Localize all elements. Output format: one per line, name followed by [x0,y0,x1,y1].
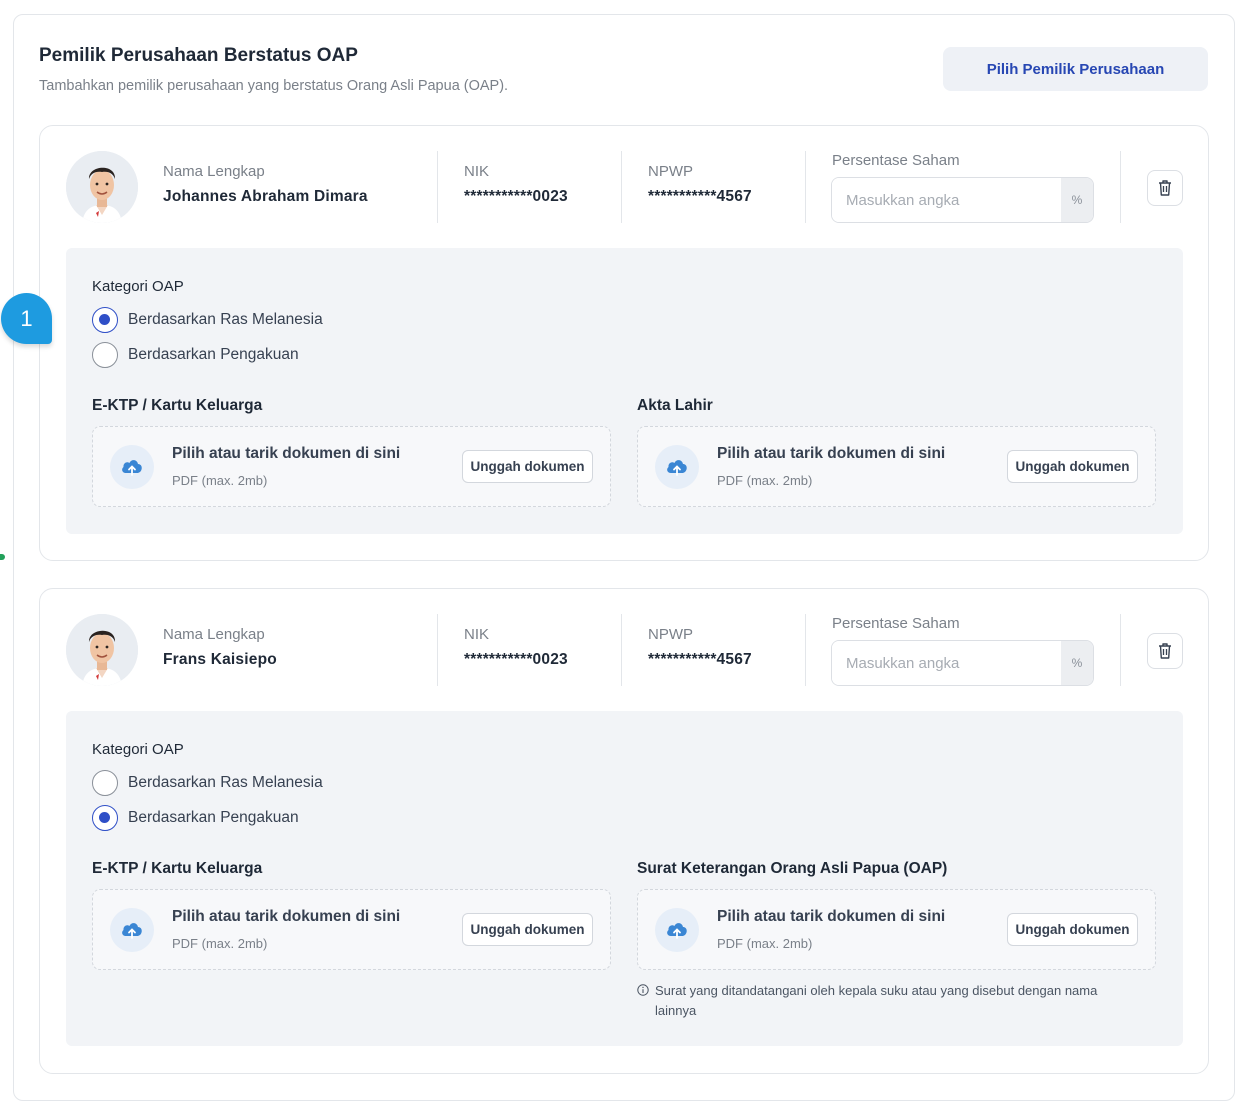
npwp-label: NPWP [648,163,693,180]
upload-button[interactable]: Unggah dokumen [1007,913,1138,946]
upload-title: Akta Lahir [637,397,713,414]
saham-input[interactable] [832,178,1061,222]
trash-icon [1159,180,1171,196]
upload-button[interactable]: Unggah dokumen [1007,450,1138,483]
field-name: Nama Lengkap Frans Kaisiepo [163,626,277,669]
upload-button[interactable]: Unggah dokumen [462,450,593,483]
upload-title: E-KTP / Kartu Keluarga [92,397,263,414]
cloud-upload-icon [110,908,154,952]
dropzone[interactable]: Pilih atau tarik dokumen di sini PDF (ma… [92,889,611,970]
radio-button[interactable] [92,342,118,368]
dropzone-text: Pilih atau tarik dokumen di sini [172,445,401,462]
owner-card: Nama Lengkap Frans Kaisiepo NIK ********… [39,588,1209,1074]
avatar [66,614,138,686]
divider [437,614,438,686]
delete-owner-button[interactable] [1147,170,1183,206]
dropzone-hint: PDF (max. 2mb) [717,936,813,951]
radio-button[interactable] [92,770,118,796]
dropzone-hint: PDF (max. 2mb) [717,473,813,488]
dropzone-text: Pilih atau tarik dokumen di sini [717,908,946,925]
pick-owner-button[interactable]: Pilih Pemilik Perusahaan [943,47,1208,91]
dropzone[interactable]: Pilih atau tarik dokumen di sini PDF (ma… [92,426,611,507]
kategori-panel: Kategori OAP Berdasarkan Ras Melanesia B… [66,711,1183,1046]
divider [437,151,438,223]
owner-card: Nama Lengkap Johannes Abraham Dimara NIK… [39,125,1209,561]
radio-ras-melanesia[interactable]: Berdasarkan Ras Melanesia [92,770,323,796]
radio-ras-melanesia[interactable]: Berdasarkan Ras Melanesia [92,307,323,333]
radio-label: Berdasarkan Pengakuan [128,346,299,363]
dropzone[interactable]: Pilih atau tarik dokumen di sini PDF (ma… [637,889,1156,970]
kategori-panel: Kategori OAP Berdasarkan Ras Melanesia B… [66,248,1183,534]
divider [621,614,622,686]
radio-label: Berdasarkan Ras Melanesia [128,774,323,791]
npwp-value: ***********4567 [648,188,752,205]
saham-label: Persentase Saham [832,152,960,169]
radio-button[interactable] [92,805,118,831]
saham-input[interactable] [832,641,1061,685]
cloud-upload-icon [655,908,699,952]
field-nik: NIK ***********0023 [464,626,568,669]
divider [621,151,622,223]
divider [1120,614,1121,686]
dropzone-hint: PDF (max. 2mb) [172,473,268,488]
nik-label: NIK [464,163,490,180]
divider [1120,151,1121,223]
trash-icon [1159,643,1171,659]
name-label: Nama Lengkap [163,163,265,180]
dropzone-text: Pilih atau tarik dokumen di sini [172,908,401,925]
info-icon [637,984,649,996]
section-title: Pemilik Perusahaan Berstatus OAP [39,45,358,66]
note-text: Surat yang ditandatangani oleh kepala su… [655,983,1098,1018]
kategori-title: Kategori OAP [92,741,184,758]
dropzone-hint: PDF (max. 2mb) [172,936,268,951]
connector-dot [0,554,5,560]
radio-pengakuan[interactable]: Berdasarkan Pengakuan [92,342,299,368]
field-name: Nama Lengkap Johannes Abraham Dimara [163,163,368,206]
field-npwp: NPWP ***********4567 [648,626,752,669]
upload-title: Surat Keterangan Orang Asli Papua (OAP) [637,860,948,877]
oap-letter-note: Surat yang ditandatangani oleh kepala su… [637,981,1137,1021]
radio-label: Berdasarkan Pengakuan [128,809,299,826]
saham-label: Persentase Saham [832,615,960,632]
dropzone[interactable]: Pilih atau tarik dokumen di sini PDF (ma… [637,426,1156,507]
radio-pengakuan[interactable]: Berdasarkan Pengakuan [92,805,299,831]
upload-button[interactable]: Unggah dokumen [462,913,593,946]
percent-suffix: % [1061,178,1093,222]
field-nik: NIK ***********0023 [464,163,568,206]
cloud-upload-icon [110,445,154,489]
percent-suffix: % [1061,641,1093,685]
kategori-title: Kategori OAP [92,278,184,295]
name-value: Frans Kaisiepo [163,651,277,668]
upload-title: E-KTP / Kartu Keluarga [92,860,263,877]
saham-field: % [831,177,1094,223]
divider [805,151,806,223]
avatar [66,151,138,223]
avatar-illustration-icon [66,151,138,223]
dropzone-text: Pilih atau tarik dokumen di sini [717,445,946,462]
avatar-illustration-icon [66,614,138,686]
delete-owner-button[interactable] [1147,633,1183,669]
cloud-upload-icon [655,445,699,489]
name-value: Johannes Abraham Dimara [163,188,368,205]
radio-label: Berdasarkan Ras Melanesia [128,311,323,328]
nik-label: NIK [464,626,490,643]
section-subtitle: Tambahkan pemilik perusahaan yang bersta… [39,78,509,94]
divider [805,614,806,686]
nik-value: ***********0023 [464,651,568,668]
saham-field: % [831,640,1094,686]
field-npwp: NPWP ***********4567 [648,163,752,206]
npwp-value: ***********4567 [648,651,752,668]
name-label: Nama Lengkap [163,626,265,643]
npwp-label: NPWP [648,626,693,643]
nik-value: ***********0023 [464,188,568,205]
radio-button[interactable] [92,307,118,333]
step-badge: 1 [1,293,52,344]
